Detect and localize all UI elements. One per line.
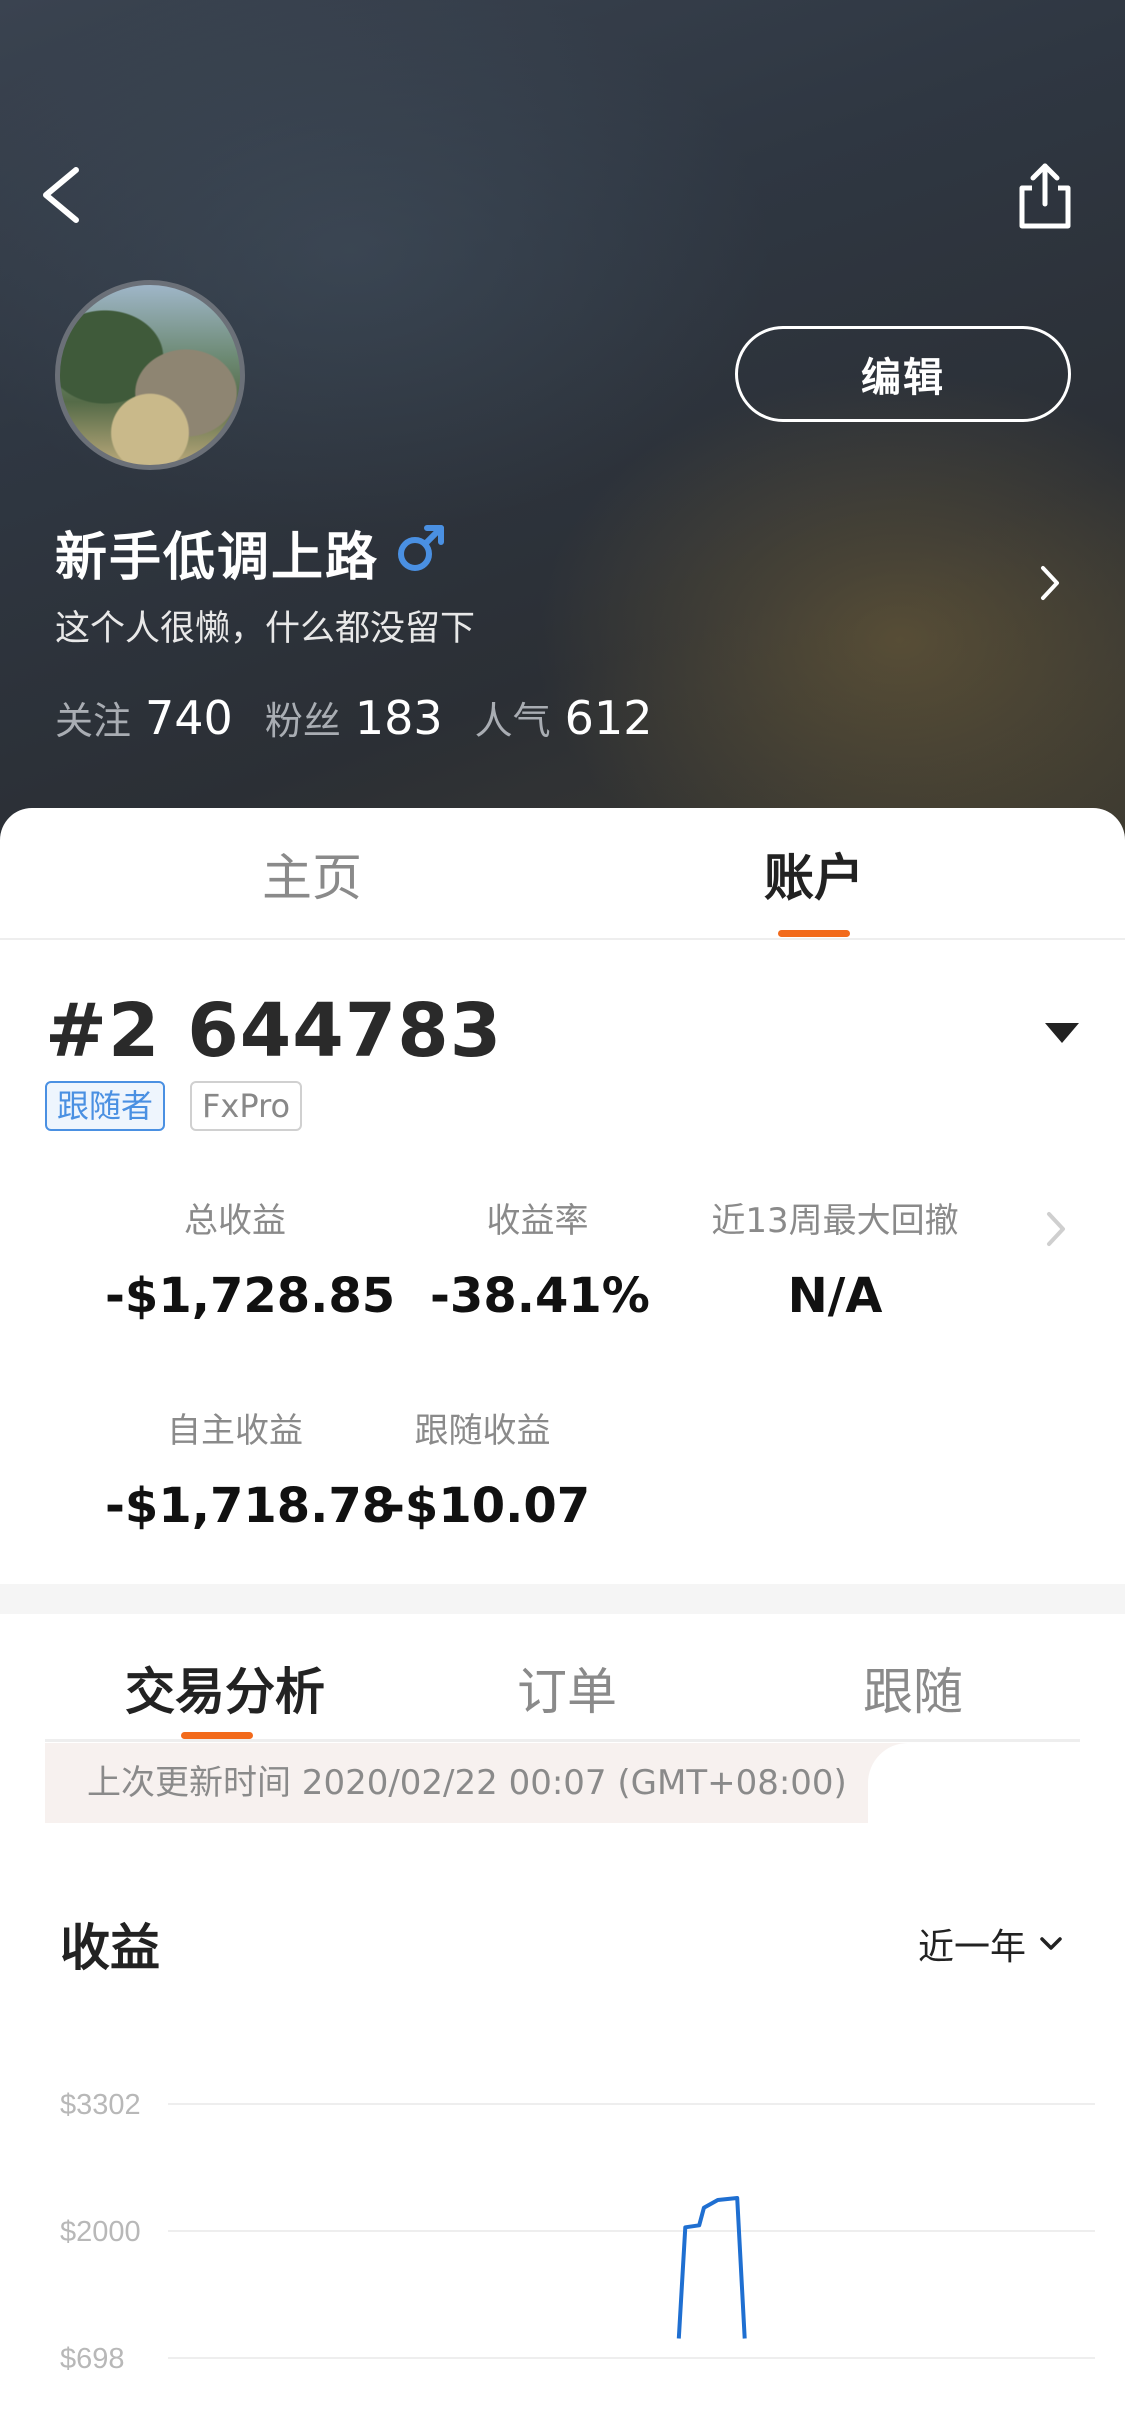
section-divider bbox=[0, 1584, 1125, 1614]
profile-header: 编辑 新手低调上路 这个人很懒，什么都没留下 关注 740 粉丝 183 人气 … bbox=[0, 0, 1125, 850]
income-line-series bbox=[676, 2196, 747, 2339]
top-tab-bar: 主页 账户 bbox=[0, 808, 1125, 940]
y-tick-label: $3302 bbox=[60, 2089, 141, 2121]
income-chart: $3302 $2000 $698 bbox=[60, 2089, 1095, 2375]
broker-badge: FxPro bbox=[190, 1081, 303, 1131]
active-tab-indicator bbox=[778, 930, 850, 937]
followers-count[interactable]: 183 bbox=[355, 691, 443, 745]
following-label: 关注 bbox=[55, 699, 132, 743]
metric-label: 总收益 bbox=[184, 1201, 286, 1241]
tab-follow[interactable]: 跟随 bbox=[863, 1652, 963, 1724]
metric-follow-profit: 跟随收益 -$10.07 bbox=[385, 1403, 591, 1534]
sub-tab-bar: 交易分析 订单 跟随 bbox=[45, 1614, 1080, 1742]
profile-bio: 这个人很懒，什么都没留下 bbox=[55, 609, 476, 649]
chevron-down-icon bbox=[1040, 1937, 1062, 1950]
follower-badge: 跟随者 bbox=[45, 1081, 166, 1131]
metric-label: 收益率 bbox=[486, 1201, 589, 1241]
male-icon bbox=[395, 522, 447, 574]
popularity-label: 人气 bbox=[474, 699, 551, 743]
username: 新手低调上路 bbox=[55, 528, 380, 588]
period-select[interactable]: 近一年 bbox=[918, 1918, 1064, 1970]
income-section-title: 收益 bbox=[60, 1919, 160, 1977]
metric-label: 跟随收益 bbox=[414, 1411, 551, 1451]
account-number: #2 644783 bbox=[45, 988, 503, 1074]
metric-value: -$1,718.78 bbox=[105, 1478, 396, 1534]
dropdown-triangle-icon[interactable] bbox=[1043, 1020, 1081, 1046]
following-count[interactable]: 740 bbox=[145, 691, 233, 745]
metric-max-drawdown: 近13周最大回撤 N/A bbox=[700, 1193, 970, 1324]
tab-orders[interactable]: 订单 bbox=[517, 1652, 617, 1724]
back-chevron-icon[interactable] bbox=[36, 160, 96, 230]
active-subtab-indicator bbox=[181, 1732, 253, 1739]
metric-return-rate: 收益率 -38.41% bbox=[430, 1193, 650, 1324]
edit-profile-button[interactable]: 编辑 bbox=[735, 326, 1071, 422]
chevron-right-icon[interactable] bbox=[1042, 1206, 1070, 1252]
metric-value: -38.41% bbox=[430, 1268, 650, 1324]
y-tick-label: $2000 bbox=[60, 2216, 141, 2248]
last-update-banner: 上次更新时间 2020/02/22 00:07 (GMT+08:00) bbox=[45, 1743, 908, 1823]
followers-label: 粉丝 bbox=[264, 699, 341, 743]
avatar[interactable] bbox=[55, 280, 245, 470]
metric-value: -$1,728.85 bbox=[105, 1268, 396, 1324]
tab-account[interactable]: 账户 bbox=[764, 838, 864, 910]
metric-value: -$10.07 bbox=[385, 1478, 591, 1534]
period-select-value: 近一年 bbox=[918, 1927, 1027, 1968]
metric-label: 近13周最大回撤 bbox=[711, 1201, 959, 1241]
y-tick-label: $698 bbox=[60, 2343, 125, 2375]
metric-total-profit: 总收益 -$1,728.85 bbox=[105, 1193, 396, 1324]
tab-trade-analysis[interactable]: 交易分析 bbox=[125, 1652, 325, 1724]
share-icon[interactable] bbox=[1010, 158, 1080, 233]
tab-home[interactable]: 主页 bbox=[262, 838, 362, 910]
profile-stats: 关注 740 粉丝 183 人气 612 bbox=[55, 690, 684, 745]
content-card: 主页 账户 #2 644783 跟随者 FxPro 总收益 -$1,728.85… bbox=[0, 808, 1125, 2436]
metric-own-profit: 自主收益 -$1,718.78 bbox=[105, 1403, 396, 1534]
chevron-right-icon[interactable] bbox=[1035, 560, 1065, 606]
metric-value: N/A bbox=[787, 1268, 883, 1324]
popularity-count: 612 bbox=[564, 691, 653, 745]
metric-label: 自主收益 bbox=[167, 1411, 303, 1451]
